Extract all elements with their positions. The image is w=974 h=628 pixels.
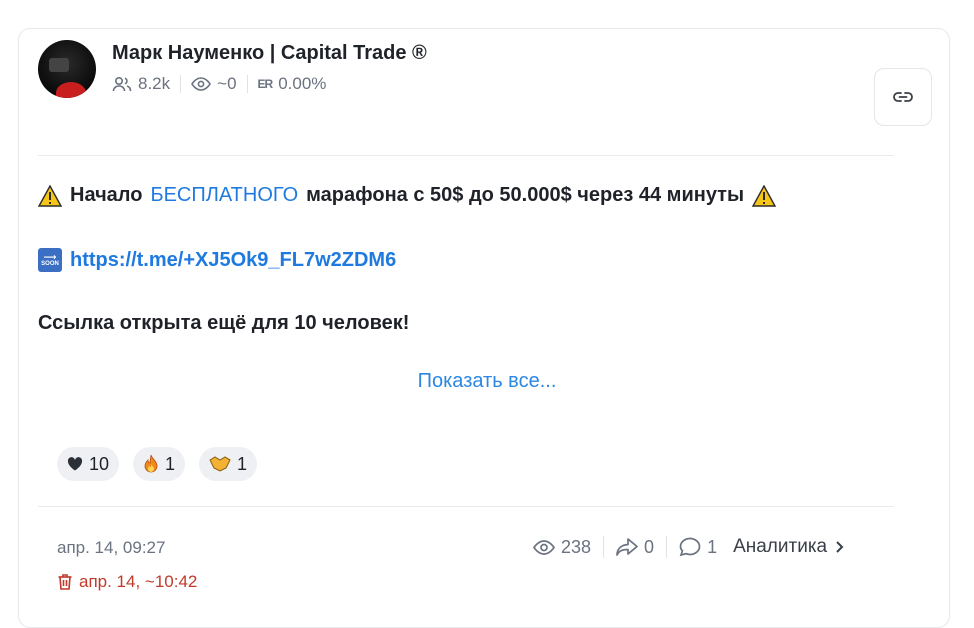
footer-views: 238 xyxy=(533,537,591,558)
chevron-right-icon xyxy=(836,541,844,553)
footer-stats: 238 0 1 Аналитика xyxy=(533,536,844,558)
share-icon xyxy=(616,538,638,556)
analytics-label: Аналитика xyxy=(733,536,828,557)
channel-stats: 8.2k ~0 ER 0.00% xyxy=(112,74,326,94)
post-line-2: ⟶ SOON https://t.me/+XJ5Ok9_FL7w2ZDM6 xyxy=(38,248,396,272)
warning-icon xyxy=(38,184,62,207)
footer-shares: 0 xyxy=(616,537,654,558)
subscribers-stat: 8.2k xyxy=(112,74,170,94)
post-text-end: марафона с 50$ до 50.000$ через 44 минут… xyxy=(306,184,745,206)
heart-icon xyxy=(67,457,83,471)
channel-name[interactable]: Марк Науменко | Capital Trade ® xyxy=(112,42,427,65)
show-all-link[interactable]: Показать все... xyxy=(0,370,974,393)
post-text: Ссылка открыта ещё для 10 человек! xyxy=(38,312,410,334)
post-text-start: Начало xyxy=(70,184,143,206)
analytics-link[interactable]: Аналитика xyxy=(733,536,844,558)
reaction-count: 10 xyxy=(89,453,110,474)
deleted-date: апр. 14, ~10:42 xyxy=(57,572,197,592)
views-stat: ~0 xyxy=(191,74,237,94)
er-label: ER xyxy=(257,77,274,91)
deleted-date-text: апр. 14, ~10:42 xyxy=(79,572,198,591)
copy-link-button[interactable] xyxy=(874,68,932,126)
trash-icon xyxy=(58,574,72,590)
post-date: апр. 14, 09:27 xyxy=(57,538,166,557)
footer-comments[interactable]: 1 xyxy=(679,537,717,558)
channel-header: Марк Науменко | Capital Trade ® 8.2k ~0 … xyxy=(38,40,932,126)
post-line-3: Ссылка открыта ещё для 10 человек! xyxy=(38,312,409,335)
handshake-icon xyxy=(209,456,231,472)
post-line-1: Начало БЕСПЛАТНОГО марафона с 50$ до 50.… xyxy=(38,184,777,207)
reaction-handshake[interactable]: 1 xyxy=(199,447,258,481)
views-count: 238 xyxy=(561,536,592,557)
avatar[interactable] xyxy=(38,40,96,98)
comment-icon xyxy=(679,537,701,557)
link-icon xyxy=(893,92,913,102)
post-highlight: БЕСПЛАТНОГО xyxy=(150,184,299,206)
warning-icon xyxy=(752,184,777,207)
post-link[interactable]: https://t.me/+XJ5Ok9_FL7w2ZDM6 xyxy=(70,249,396,272)
reactions: 10 1 1 xyxy=(57,447,258,481)
shares-count: 0 xyxy=(644,536,655,557)
eye-icon xyxy=(533,539,555,555)
reaction-fire[interactable]: 1 xyxy=(133,447,186,481)
er-stat: ER 0.00% xyxy=(258,74,327,94)
soon-icon: ⟶ SOON xyxy=(38,248,62,272)
subscribers-count: 8.2k xyxy=(138,74,171,93)
reaction-heart[interactable]: 10 xyxy=(57,447,120,481)
comments-count: 1 xyxy=(707,536,718,557)
er-value: 0.00% xyxy=(278,74,327,93)
footer-divider xyxy=(38,506,894,507)
fire-icon xyxy=(144,454,158,473)
header-divider xyxy=(38,155,894,156)
eye-icon xyxy=(191,77,212,91)
reaction-count: 1 xyxy=(237,453,248,474)
users-icon xyxy=(112,76,132,92)
views-count: ~0 xyxy=(217,74,237,93)
reaction-count: 1 xyxy=(165,453,176,474)
